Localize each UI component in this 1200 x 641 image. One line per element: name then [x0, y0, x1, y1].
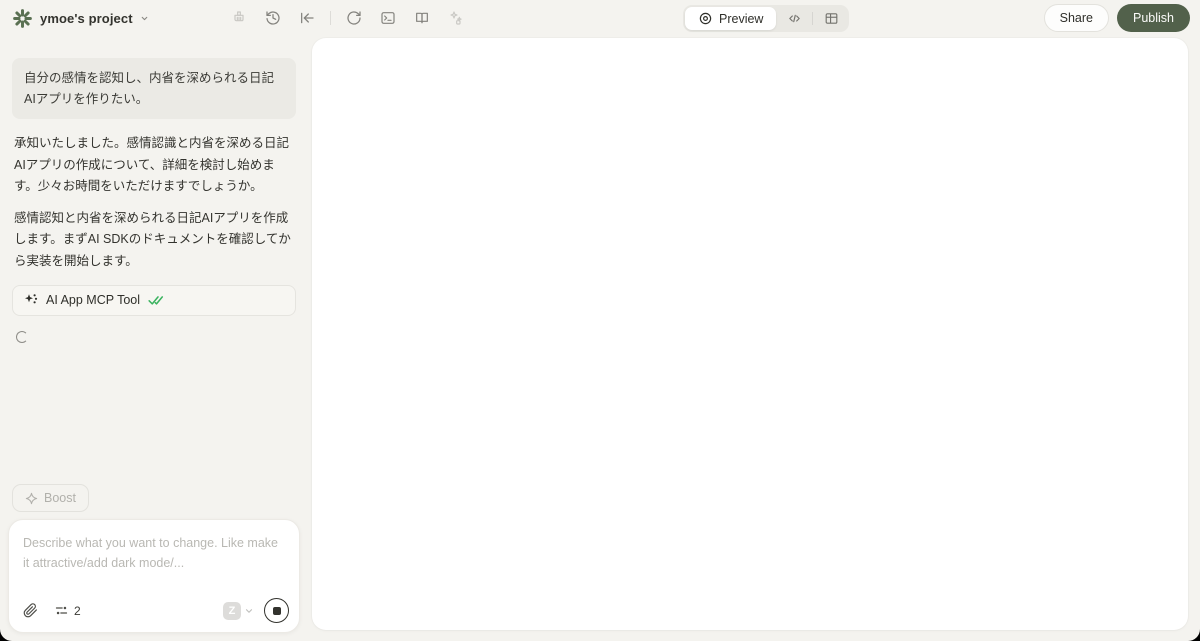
assistant-paragraph: 感情認知と内省を深められる日記AIアプリを作成します。まずAI SDKのドキュメ… [14, 211, 291, 268]
user-message: 自分の感情を認知し、内省を深められる日記AIアプリを作りたい。 [12, 58, 296, 120]
code-icon [789, 14, 800, 23]
tab-preview-label: Preview [719, 11, 764, 26]
eye-icon [699, 12, 712, 25]
sparkles-icon [443, 6, 469, 30]
composer-zone: Boost 2 [8, 484, 300, 633]
stop-button[interactable] [264, 598, 289, 623]
chevron-down-icon [140, 14, 149, 23]
context-count: 2 [74, 603, 81, 618]
composer-input[interactable] [9, 520, 299, 582]
refresh-icon[interactable] [341, 6, 367, 30]
assistant-paragraph: 承知いたしました。感情認識と内省を深める日記AIアプリの作成について、詳細を検討… [14, 136, 290, 193]
topbar-actions: Share Publish [1043, 4, 1190, 32]
chevron-down-icon [245, 608, 253, 613]
toolbar-divider [330, 11, 331, 25]
project-menu[interactable]: ymoe's project [12, 6, 149, 30]
book-open-icon[interactable] [409, 6, 435, 30]
assistant-message: 承知いたしました。感情認識と内省を深める日記AIアプリの作成について、詳細を検討… [14, 133, 294, 272]
mcp-tool-card[interactable]: AI App MCP Tool [12, 284, 296, 316]
composer-toolbar: 2 Z [9, 598, 299, 623]
view-toggle: Preview [683, 5, 850, 32]
tab-code[interactable] [778, 7, 810, 30]
sparkle-icon [25, 294, 38, 304]
chat-sidebar: 自分の感情を認知し、内省を深められる日記AIアプリを作りたい。 承知いたしました… [8, 44, 300, 633]
tool-card-label: AI App MCP Tool [46, 293, 141, 308]
view-toggle-divider [812, 12, 814, 25]
grid-icon [825, 13, 838, 24]
preview-canvas [312, 38, 1188, 630]
topbar: ymoe's project Preview Share Publish [0, 0, 1200, 38]
app-window: ymoe's project Preview Share Publish 自分の… [0, 0, 1200, 641]
toolbar [226, 6, 469, 30]
loading-spinner-icon [16, 330, 28, 343]
history-icon[interactable] [260, 6, 286, 30]
attachment-icon[interactable] [23, 603, 38, 618]
message-composer: 2 Z [8, 519, 300, 633]
collapse-left-icon[interactable] [294, 6, 320, 30]
terminal-icon[interactable] [375, 6, 401, 30]
project-name: ymoe's project [40, 10, 133, 26]
brush-icon [226, 6, 252, 30]
tab-preview[interactable]: Preview [685, 7, 777, 30]
diamond-sparkle-icon [25, 492, 38, 504]
stop-square-icon [272, 606, 281, 615]
app-logo-icon [12, 8, 33, 29]
composer-right: Z [223, 598, 289, 623]
publish-button[interactable]: Publish [1117, 4, 1190, 32]
boost-button[interactable]: Boost [12, 484, 89, 512]
share-button[interactable]: Share [1043, 4, 1109, 32]
context-settings-icon [55, 606, 68, 615]
tab-data-grid[interactable] [815, 7, 847, 30]
double-check-icon [148, 296, 164, 305]
model-badge: Z [223, 601, 241, 620]
context-selector[interactable]: 2 [54, 603, 81, 618]
boost-label: Boost [44, 491, 76, 505]
model-selector[interactable]: Z [223, 601, 254, 620]
